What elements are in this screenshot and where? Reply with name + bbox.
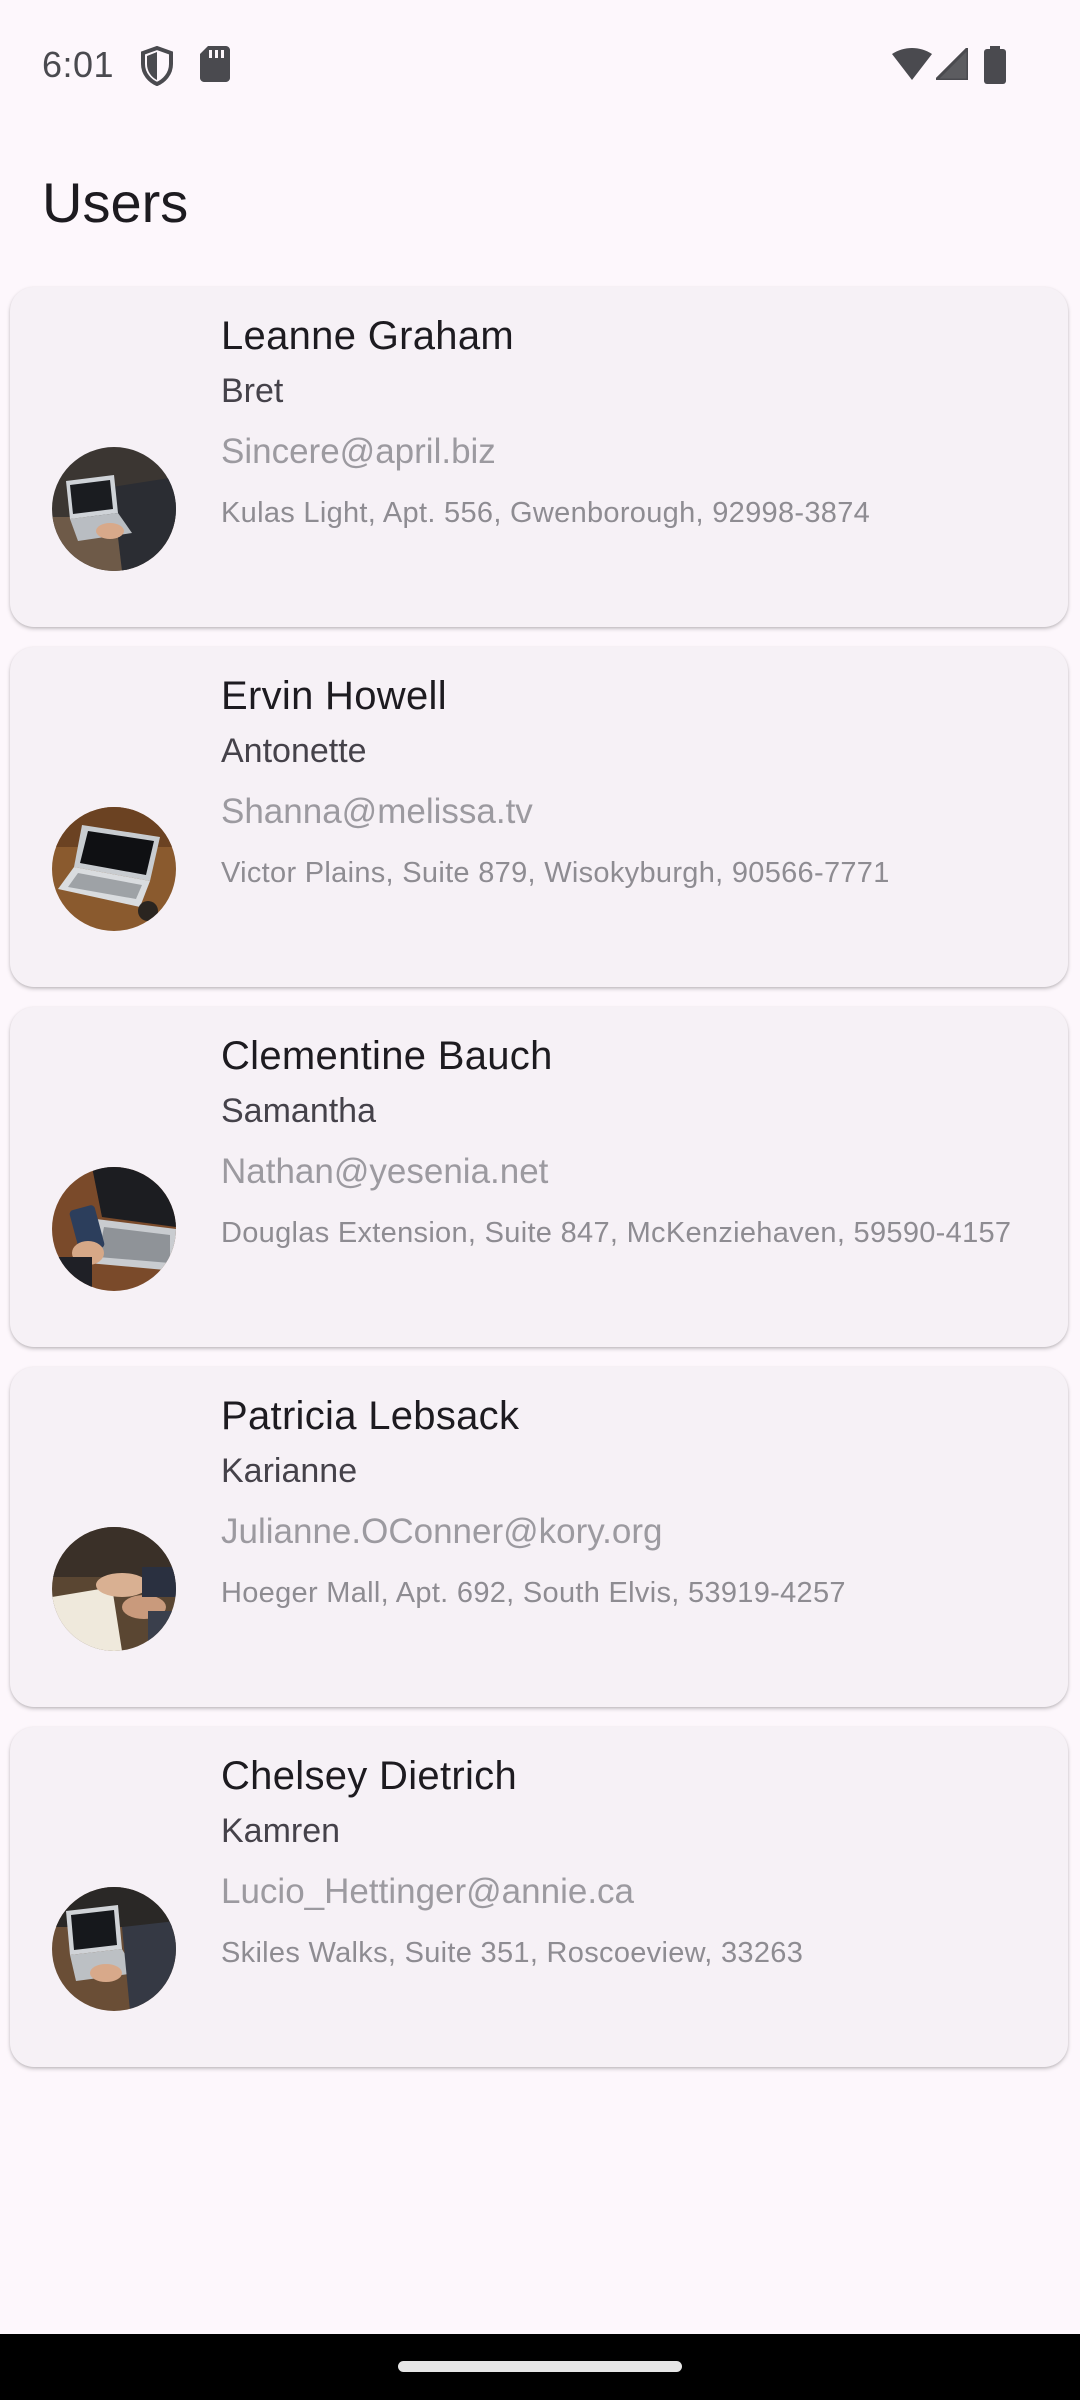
laptop-typing-photo-avatar-icon: [52, 1887, 176, 2011]
user-details: Leanne Graham Bret Sincere@april.biz Kul…: [221, 311, 1021, 535]
user-avatar: [52, 447, 176, 571]
user-name: Ervin Howell: [221, 674, 447, 718]
user-name: Leanne Graham: [221, 314, 514, 358]
user-address: Douglas Extension, Suite 847, McKenzieha…: [221, 1217, 1012, 1249]
user-email: Lucio_Hettinger@annie.ca: [221, 1872, 635, 1911]
sd-card-icon: [200, 46, 230, 82]
user-card[interactable]: Clementine Bauch Samantha Nathan@yesenia…: [10, 1007, 1068, 1347]
user-username: Antonette: [221, 732, 367, 770]
page-title: Users: [42, 171, 189, 234]
user-name: Chelsey Dietrich: [221, 1754, 518, 1798]
user-email: Sincere@april.biz: [221, 432, 496, 471]
shield-icon: [141, 46, 173, 86]
home-gesture-handle[interactable]: [398, 2361, 682, 2372]
users-screen: 6:01 Users Leanne Graham Bret Sincere@ap…: [0, 0, 1080, 2400]
user-username: Karianne: [221, 1452, 358, 1490]
user-card[interactable]: Ervin Howell Antonette Shanna@melissa.tv…: [10, 647, 1068, 987]
cell-signal-icon: [936, 48, 968, 80]
user-username: Kamren: [221, 1812, 341, 1850]
user-card[interactable]: Leanne Graham Bret Sincere@april.biz Kul…: [10, 287, 1068, 627]
user-email: Julianne.OConner@kory.org: [221, 1512, 663, 1551]
user-email: Shanna@melissa.tv: [221, 792, 533, 831]
user-avatar: [52, 807, 176, 931]
laptop-photo-avatar-icon: [52, 447, 176, 571]
user-details: Clementine Bauch Samantha Nathan@yesenia…: [221, 1031, 1021, 1255]
laptop-desk-photo-avatar-icon: [52, 807, 176, 931]
user-address: Victor Plains, Suite 879, Wisokyburgh, 9…: [221, 857, 890, 889]
wifi-icon: [892, 48, 932, 80]
user-username: Bret: [221, 372, 284, 410]
navigation-bar: [0, 2334, 1080, 2400]
user-card[interactable]: Chelsey Dietrich Kamren Lucio_Hettinger@…: [10, 1727, 1068, 2067]
user-avatar: [52, 1167, 176, 1291]
user-email: Nathan@yesenia.net: [221, 1152, 549, 1191]
user-username: Samantha: [221, 1092, 376, 1130]
user-avatar: [52, 1527, 176, 1651]
status-time: 6:01: [42, 44, 115, 85]
user-address: Kulas Light, Apt. 556, Gwenborough, 9299…: [221, 497, 871, 529]
status-bar: 6:01: [0, 0, 1080, 130]
user-address: Hoeger Mall, Apt. 692, South Elvis, 5391…: [221, 1577, 846, 1609]
user-list[interactable]: Leanne Graham Bret Sincere@april.biz Kul…: [10, 287, 1070, 2087]
user-name: Clementine Bauch: [221, 1034, 553, 1078]
user-details: Chelsey Dietrich Kamren Lucio_Hettinger@…: [221, 1751, 1021, 1975]
phone-laptop-photo-avatar-icon: [52, 1167, 176, 1291]
hands-notebook-photo-avatar-icon: [52, 1527, 176, 1651]
user-details: Patricia Lebsack Karianne Julianne.OConn…: [221, 1391, 1021, 1615]
user-details: Ervin Howell Antonette Shanna@melissa.tv…: [221, 671, 1021, 895]
user-card[interactable]: Patricia Lebsack Karianne Julianne.OConn…: [10, 1367, 1068, 1707]
user-name: Patricia Lebsack: [221, 1394, 520, 1438]
battery-icon: [984, 46, 1006, 84]
user-avatar: [52, 1887, 176, 2011]
user-address: Skiles Walks, Suite 351, Roscoeview, 332…: [221, 1937, 804, 1969]
